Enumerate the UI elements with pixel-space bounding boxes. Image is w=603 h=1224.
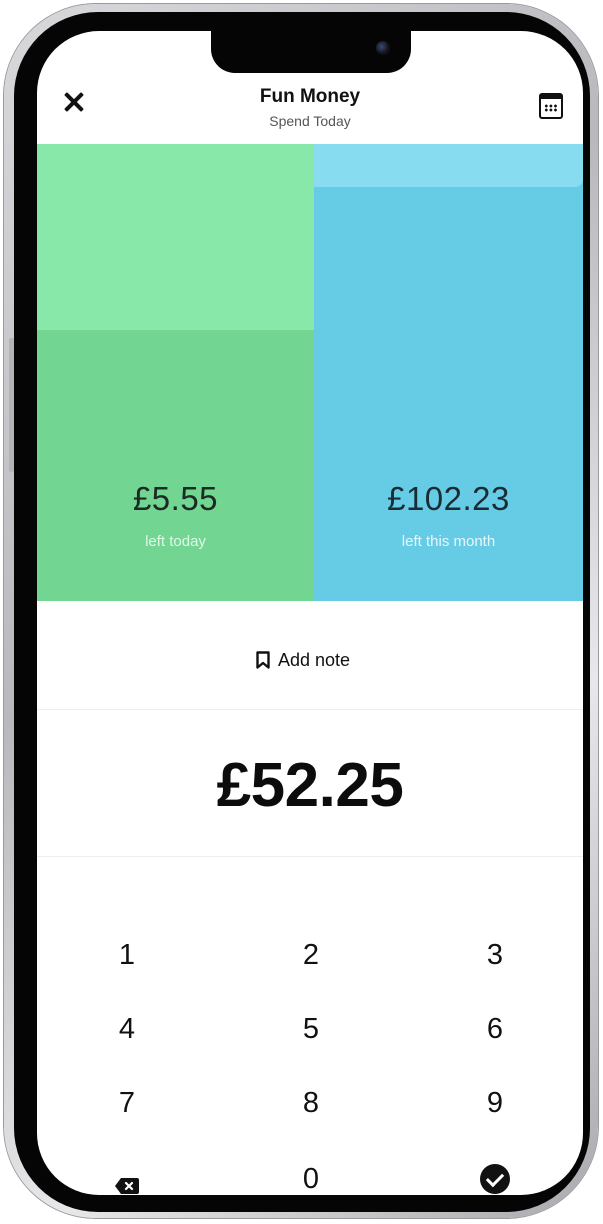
add-note-button[interactable]: Add note	[256, 648, 350, 672]
camera-dot	[376, 41, 390, 55]
add-note-label: Add note	[278, 649, 351, 670]
key-7[interactable]: 7	[67, 1073, 187, 1133]
key-3[interactable]: 3	[435, 925, 555, 985]
key-0[interactable]: 0	[251, 1149, 371, 1195]
key-9[interactable]: 9	[435, 1073, 555, 1133]
screen: Fun Money Spend Today £5.55 left today £…	[37, 31, 583, 1195]
bookmark-icon	[256, 651, 270, 669]
confirm-button[interactable]	[435, 1149, 555, 1195]
page-title: Fun Money	[259, 86, 361, 107]
key-6[interactable]: 6	[435, 999, 555, 1059]
month-panel-fill	[314, 144, 583, 187]
key-4[interactable]: 4	[67, 999, 187, 1059]
today-panel[interactable]: £5.55 left today	[37, 144, 314, 601]
key-2[interactable]: 2	[251, 925, 371, 985]
note-row: Add note	[37, 601, 583, 710]
backspace-button[interactable]	[67, 1149, 187, 1195]
month-amount: £102.23	[387, 480, 510, 517]
backspace-icon	[114, 1170, 140, 1194]
today-label: left today	[145, 533, 206, 550]
calendar-icon[interactable]	[539, 93, 563, 119]
key-8[interactable]: 8	[251, 1073, 371, 1133]
key-5[interactable]: 5	[251, 999, 371, 1059]
month-label: left this month	[401, 533, 496, 550]
key-1[interactable]: 1	[67, 925, 187, 985]
today-amount: £5.55	[132, 480, 219, 517]
entered-amount: £52.25	[216, 751, 404, 820]
page-subtitle: Spend Today	[269, 113, 351, 129]
check-circle-icon	[480, 1164, 510, 1194]
keypad: 1 2 3 4 5 6 7 8 9 0	[37, 857, 583, 1195]
month-panel[interactable]: £102.23 left this month	[314, 144, 583, 601]
amount-display: £52.25	[37, 710, 583, 857]
budget-panels: £5.55 left today £102.23 left this month	[37, 144, 583, 601]
today-panel-fill	[37, 144, 314, 330]
